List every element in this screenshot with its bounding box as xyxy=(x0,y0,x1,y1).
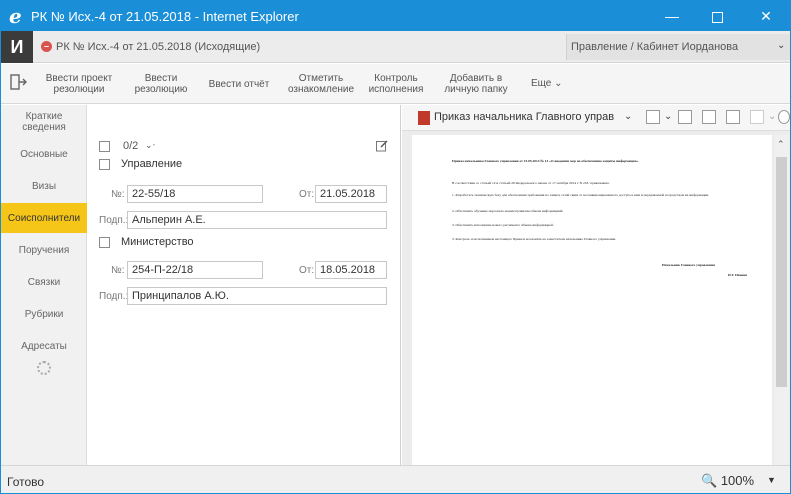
chevron-down-icon[interactable]: ⌄ xyxy=(624,111,632,122)
signer-label: Подп.: xyxy=(99,215,129,226)
back-document-icon[interactable] xyxy=(9,72,29,94)
sidebar-item-visas[interactable]: Визы xyxy=(1,171,87,201)
number-label: №: xyxy=(111,265,125,276)
zoom-control[interactable]: 🔍 100% xyxy=(701,473,754,489)
download-file-icon[interactable] xyxy=(726,110,740,124)
sidebar-item-coexecutors[interactable]: Соисполнители xyxy=(1,203,87,233)
execution-control-button[interactable]: Контроль исполнения xyxy=(363,68,429,100)
maximize-button[interactable] xyxy=(697,1,737,31)
zoom-icon: 🔍 xyxy=(701,473,718,488)
browser-window: e РК № Исх.-4 от 21.05.2018 - Internet E… xyxy=(0,0,791,494)
chevron-down-icon[interactable]: ⌄ xyxy=(664,111,672,122)
sidebar-item-summary[interactable]: Краткие сведения xyxy=(1,107,87,137)
page-item: 3. Контроль за исполнением настоящего Пр… xyxy=(452,237,617,241)
preview-file-title[interactable]: Приказ начальника Главного управлен... xyxy=(434,111,614,123)
page-heading: Приказ начальника Главного управления от… xyxy=(452,159,639,163)
new-file-icon[interactable] xyxy=(646,110,660,124)
date-label: От: xyxy=(299,265,315,276)
enter-resolution-button[interactable]: Ввести резолюцию xyxy=(126,68,196,100)
selection-counter: 0/2 xyxy=(123,140,139,152)
send-file-icon[interactable] xyxy=(750,110,764,124)
chevron-down-icon[interactable]: ⌄ xyxy=(768,111,776,122)
enter-resolution-draft-button[interactable]: Ввести проект резолюции xyxy=(37,68,121,100)
preview-toolbar: Приказ начальника Главного управлен... ⌄… xyxy=(402,105,790,131)
document-title: РК № Исх.-4 от 21.05.2018 (Исходящие) xyxy=(56,41,261,53)
date-field[interactable]: 18.05.2018 xyxy=(315,261,387,279)
internet-explorer-icon: e xyxy=(9,4,22,28)
signer-field[interactable]: Альперин А.Е. xyxy=(127,211,387,229)
organization-name: Управление xyxy=(121,158,183,170)
entry-checkbox[interactable] xyxy=(99,237,110,248)
add-to-personal-folder-button[interactable]: Добавить в личную папку xyxy=(433,68,519,100)
number-field[interactable]: 254-П-22/18 xyxy=(127,261,263,279)
zoom-level: 100% xyxy=(720,473,755,488)
status-text: Готово xyxy=(7,475,45,489)
signer-label: Подп.: xyxy=(99,291,129,302)
status-bar: Готово 🔍 100% ▼ xyxy=(1,465,790,493)
chevron-down-icon: ⌄ xyxy=(777,40,786,51)
window-title: РК № Исх.-4 от 21.05.2018 - Internet Exp… xyxy=(31,9,299,24)
document-page: Приказ начальника Главного управления от… xyxy=(412,135,772,465)
edit-file-icon[interactable] xyxy=(678,110,692,124)
document-preview: Приказ начальника Главного управлен... ⌄… xyxy=(402,105,790,465)
app-logo[interactable]: И xyxy=(1,31,33,63)
number-label: №: xyxy=(111,189,125,200)
entry-checkbox[interactable] xyxy=(99,159,110,170)
action-toolbar: Ввести проект резолюции Ввести резолюцию… xyxy=(1,64,790,104)
page-item: 3. Обеспечить исполнение нового регламен… xyxy=(452,223,554,227)
copy-file-icon[interactable] xyxy=(702,110,716,124)
signature-name: И.Г. Иванов xyxy=(728,273,748,277)
date-label: От: xyxy=(299,189,315,200)
counter-dropdown-icon[interactable]: ⌄‧ xyxy=(145,140,155,151)
title-bar: e РК № Исх.-4 от 21.05.2018 - Internet E… xyxy=(1,1,790,31)
signature-title: Начальник Главного управления xyxy=(662,263,715,267)
chevron-down-icon: ⌄ xyxy=(554,78,563,89)
zoom-dropdown-icon[interactable]: ▼ xyxy=(767,475,776,485)
sidebar-item-main[interactable]: Основные xyxy=(1,139,87,169)
page-item: 1. Разработать техническую базу для обес… xyxy=(452,193,710,197)
maximize-icon xyxy=(711,11,723,23)
sidebar: Краткие сведения Основные Визы Соисполни… xyxy=(1,105,87,465)
more-label: Еще xyxy=(531,78,552,89)
minus-circle-icon[interactable] xyxy=(778,110,790,124)
gear-icon[interactable] xyxy=(37,361,51,375)
edit-icon[interactable] xyxy=(376,140,388,152)
document-header: И – РК № Исх.-4 от 21.05.2018 (Исходящие… xyxy=(1,31,790,63)
enter-report-button[interactable]: Ввести отчёт xyxy=(201,68,277,100)
sidebar-item-assignments[interactable]: Поручения xyxy=(1,235,87,265)
minimize-button[interactable]: — xyxy=(652,1,692,31)
vertical-scrollbar[interactable]: ⌃ xyxy=(774,135,789,465)
more-menu-button[interactable]: Еще ⌄ xyxy=(531,78,563,89)
scrollbar-thumb[interactable] xyxy=(776,157,787,387)
date-field[interactable]: 21.05.2018 xyxy=(315,185,387,203)
sidebar-item-addressees[interactable]: Адресаты xyxy=(1,331,87,361)
page-intro: В соответствии со статьей 12 и статьей 2… xyxy=(452,181,610,185)
organization-name: Министерство xyxy=(121,236,194,248)
pdf-file-icon xyxy=(418,111,430,125)
mark-acquaintance-button[interactable]: Отметить ознакомление xyxy=(283,68,359,100)
number-field[interactable]: 22-55/18 xyxy=(127,185,263,203)
sidebar-item-rubrics[interactable]: Рубрики xyxy=(1,299,87,329)
user-cabinet-label: Правление / Кабинет Иорданова xyxy=(571,41,739,53)
outgoing-document-icon: – xyxy=(41,41,52,52)
user-cabinet-selector[interactable]: Правление / Кабинет Иорданова ⌄ xyxy=(566,34,790,60)
page-item: 2. Обеспечить обучение персонала новым п… xyxy=(452,209,564,213)
select-all-checkbox[interactable] xyxy=(99,141,110,152)
sidebar-item-links[interactable]: Связки xyxy=(1,267,87,297)
coexecutors-form: 0/2 ⌄‧ Управление №: 22-55/18 От: 21.05.… xyxy=(87,105,401,465)
close-button[interactable]: ✕ xyxy=(746,1,786,31)
signer-field[interactable]: Принципалов А.Ю. xyxy=(127,287,387,305)
scroll-up-icon[interactable]: ⌃ xyxy=(777,139,785,150)
